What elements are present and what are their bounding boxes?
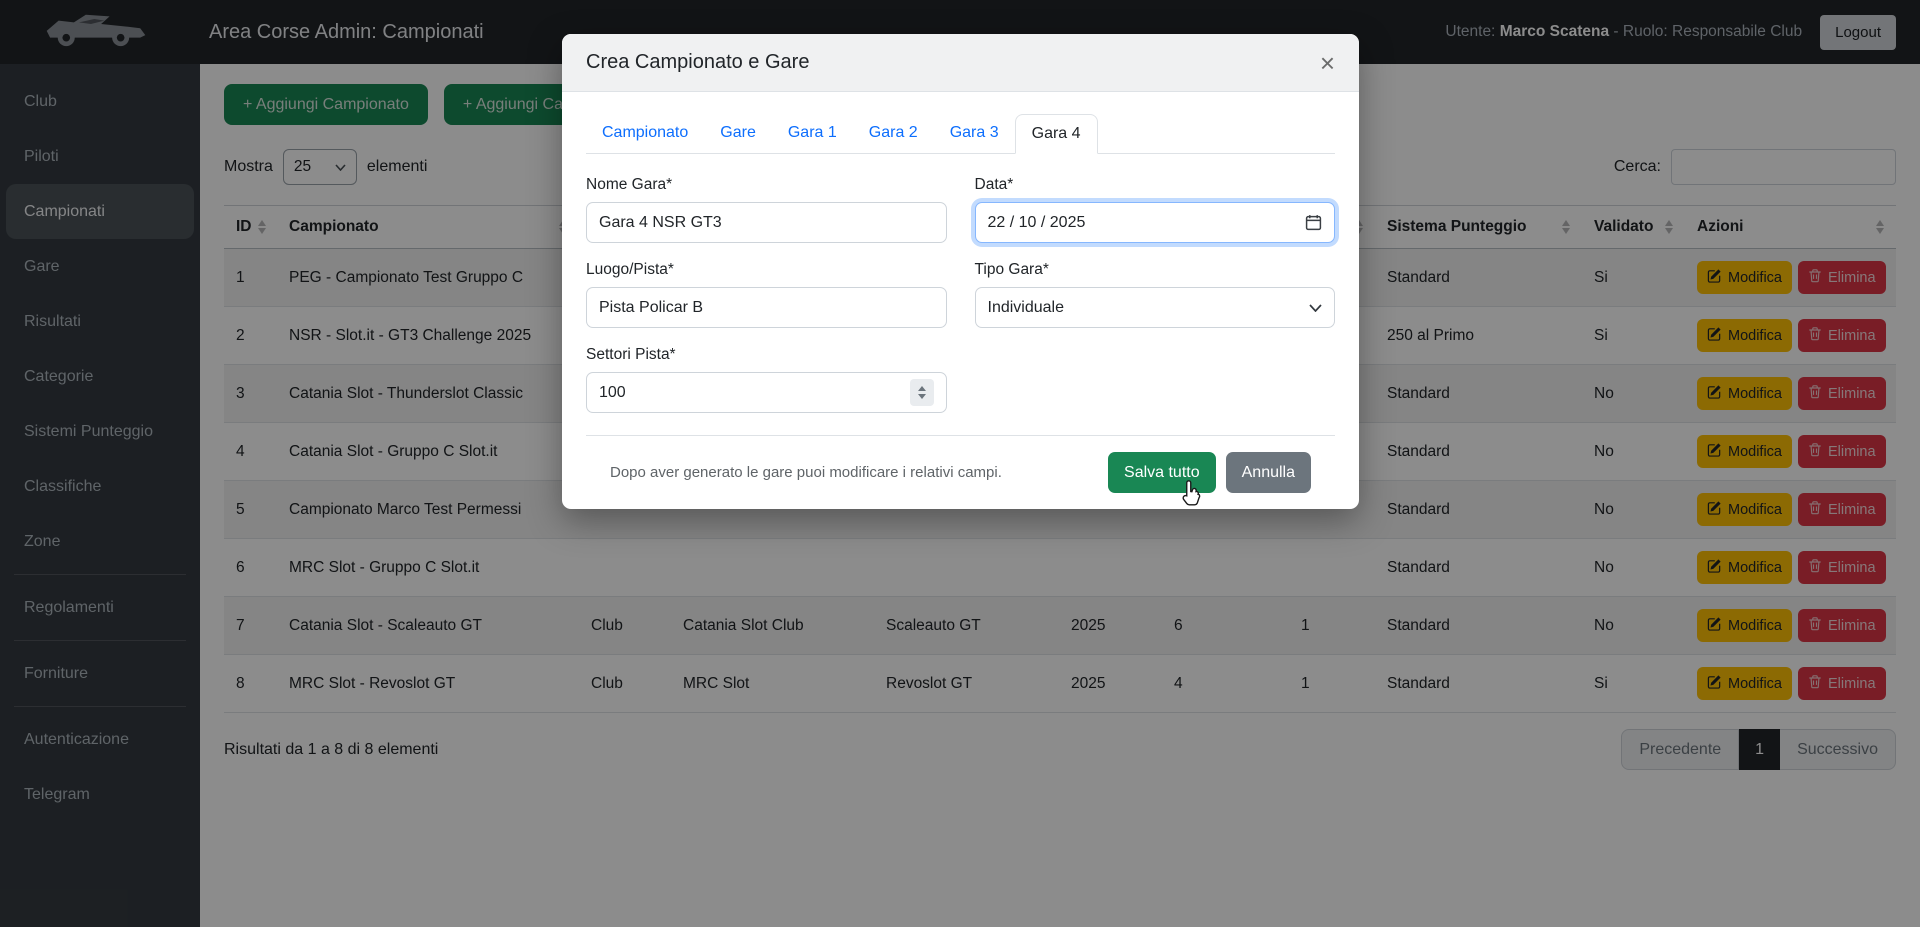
close-icon[interactable]: × — [1320, 53, 1335, 73]
hand-pointer-cursor — [1178, 478, 1204, 513]
nome-gara-label: Nome Gara* — [586, 176, 947, 194]
tab-gara-3[interactable]: Gara 3 — [934, 114, 1015, 154]
tab-gara-1[interactable]: Gara 1 — [772, 114, 853, 154]
tab-gara-4[interactable]: Gara 4 — [1015, 114, 1098, 154]
create-campionato-modal: Crea Campionato e Gare × CampionatoGareG… — [562, 34, 1359, 509]
data-input[interactable]: 22 / 10 / 2025 — [975, 202, 1336, 243]
tipo-gara-label: Tipo Gara* — [975, 261, 1336, 279]
calendar-icon[interactable] — [1305, 214, 1322, 231]
data-label: Data* — [975, 176, 1336, 194]
tab-gara-2[interactable]: Gara 2 — [853, 114, 934, 154]
tipo-gara-select[interactable]: Individuale — [975, 287, 1336, 328]
modal-note: Dopo aver generato le gare puoi modifica… — [610, 464, 1002, 481]
settori-pista-input[interactable]: 100 — [586, 372, 947, 413]
number-spinner[interactable] — [910, 379, 934, 406]
settori-pista-label: Settori Pista* — [586, 346, 947, 364]
tab-campionato[interactable]: Campionato — [586, 114, 704, 154]
tab-gare[interactable]: Gare — [704, 114, 772, 154]
nome-gara-input[interactable]: Gara 4 NSR GT3 — [586, 202, 947, 243]
luogo-pista-label: Luogo/Pista* — [586, 261, 947, 279]
luogo-pista-input[interactable]: Pista Policar B — [586, 287, 947, 328]
modal-tabs: CampionatoGareGara 1Gara 2Gara 3Gara 4 — [586, 114, 1335, 154]
chevron-down-icon — [1309, 304, 1322, 312]
modal-title: Crea Campionato e Gare — [586, 51, 809, 74]
annulla-button[interactable]: Annulla — [1226, 452, 1311, 493]
